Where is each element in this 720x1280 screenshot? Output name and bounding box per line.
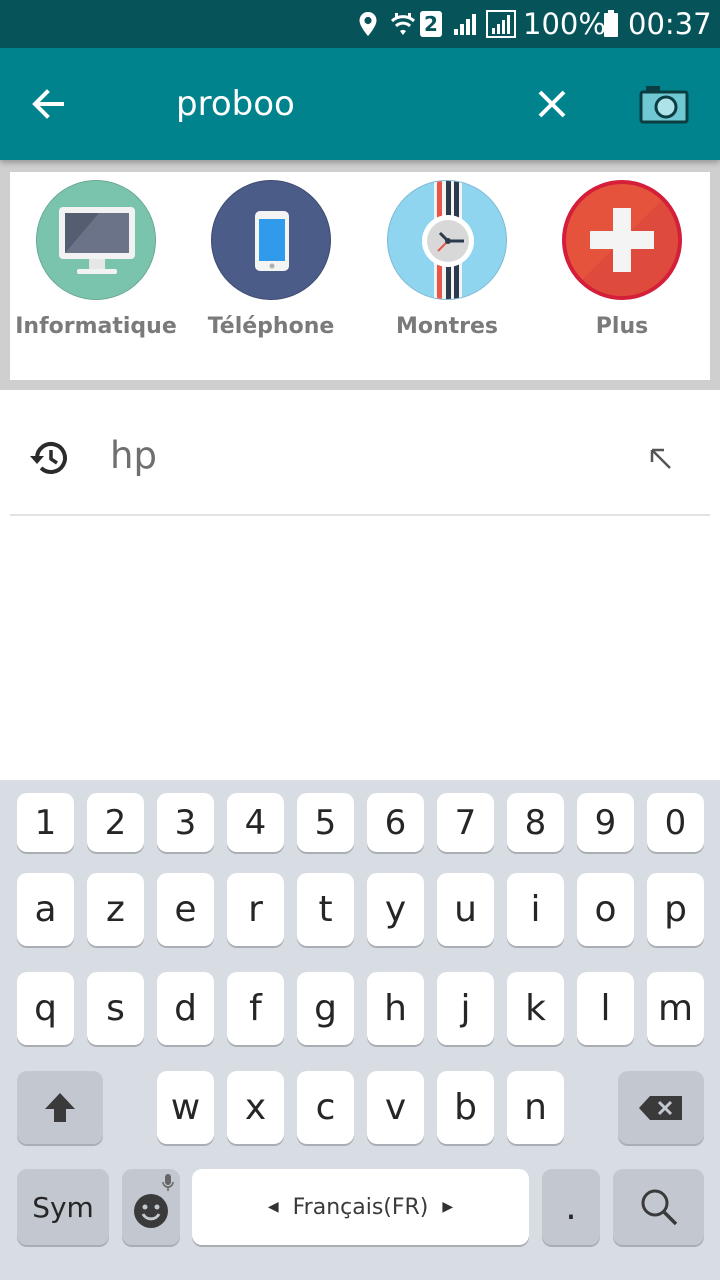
- category-informatique[interactable]: Informatique: [11, 180, 181, 360]
- sim-badge: 2: [420, 11, 442, 37]
- search-key[interactable]: [613, 1169, 704, 1245]
- key-1[interactable]: 1: [17, 793, 74, 852]
- key-a[interactable]: a: [17, 873, 74, 946]
- mic-icon: [162, 1174, 174, 1191]
- key-y[interactable]: y: [367, 873, 424, 946]
- key-p[interactable]: p: [647, 873, 704, 946]
- key-h[interactable]: h: [367, 972, 424, 1045]
- emoji-key[interactable]: [122, 1169, 180, 1245]
- back-arrow-icon: [32, 89, 64, 119]
- key-l[interactable]: l: [577, 972, 634, 1045]
- shift-icon: [45, 1092, 75, 1122]
- battery-percent: 100%: [523, 7, 606, 41]
- signal-icon: [486, 0, 516, 48]
- location-icon: [356, 0, 380, 48]
- key-c[interactable]: c: [297, 1071, 354, 1144]
- key-m[interactable]: m: [647, 972, 704, 1045]
- monitor-icon: [36, 180, 156, 300]
- camera-button[interactable]: [632, 74, 696, 134]
- key-g[interactable]: g: [297, 972, 354, 1045]
- category-label: Montres: [395, 314, 499, 339]
- key-e[interactable]: e: [157, 873, 214, 946]
- key-5[interactable]: 5: [297, 793, 354, 852]
- key-d[interactable]: d: [157, 972, 214, 1045]
- key-9[interactable]: 9: [577, 793, 634, 852]
- search-app-bar: proboo: [0, 48, 720, 160]
- category-label: Informatique: [15, 314, 177, 339]
- sim-2-icon: 2: [420, 0, 442, 48]
- key-u[interactable]: u: [437, 873, 494, 946]
- category-label: Téléphone: [207, 314, 335, 339]
- keyboard: 1 2 3 4 5 6 7 8 9 0 a z e r t y u i o p …: [0, 780, 720, 1280]
- watch-icon: [387, 180, 507, 300]
- shift-key[interactable]: [17, 1071, 103, 1144]
- key-v[interactable]: v: [367, 1071, 424, 1144]
- category-montres[interactable]: Montres: [362, 180, 532, 360]
- categories-panel: Informatique Téléphone Montres Plus: [10, 172, 710, 380]
- key-j[interactable]: j: [437, 972, 494, 1045]
- category-telephone[interactable]: Téléphone: [186, 180, 356, 360]
- backspace-icon: [639, 1095, 682, 1120]
- key-n[interactable]: n: [507, 1071, 564, 1144]
- camera-icon: [639, 86, 689, 124]
- key-4[interactable]: 4: [227, 793, 284, 852]
- key-x[interactable]: x: [227, 1071, 284, 1144]
- key-2[interactable]: 2: [87, 793, 144, 852]
- arrow-up-left-icon: [650, 448, 671, 469]
- period-key[interactable]: .: [542, 1169, 600, 1245]
- key-s[interactable]: s: [87, 972, 144, 1045]
- key-r[interactable]: r: [227, 873, 284, 946]
- smartphone-icon: [211, 180, 331, 300]
- key-w[interactable]: w: [157, 1071, 214, 1144]
- key-0[interactable]: 0: [647, 793, 704, 852]
- fill-query-button[interactable]: [640, 438, 680, 478]
- categories-section: Informatique Téléphone Montres Plus: [0, 160, 720, 390]
- search-query[interactable]: proboo: [176, 72, 295, 136]
- battery-icon: [603, 0, 619, 48]
- sym-key[interactable]: Sym: [17, 1169, 109, 1245]
- key-b[interactable]: b: [437, 1071, 494, 1144]
- suggestion-text: hp: [110, 434, 157, 477]
- back-button[interactable]: [18, 74, 78, 134]
- clock: 00:37: [628, 7, 712, 41]
- key-q[interactable]: q: [17, 972, 74, 1045]
- key-o[interactable]: o: [577, 873, 634, 946]
- suggestion-item[interactable]: hp: [10, 400, 710, 516]
- wifi-icon: [390, 0, 416, 48]
- left-arrow-icon: ◀: [267, 1199, 279, 1215]
- key-7[interactable]: 7: [437, 793, 494, 852]
- close-icon: [538, 90, 566, 118]
- search-icon: [641, 1189, 677, 1226]
- status-bar: 2 100% 00:37: [0, 0, 720, 48]
- key-k[interactable]: k: [507, 972, 564, 1045]
- key-z[interactable]: z: [87, 873, 144, 946]
- key-i[interactable]: i: [507, 873, 564, 946]
- signal-icon: [452, 0, 480, 48]
- key-f[interactable]: f: [227, 972, 284, 1045]
- category-label: Plus: [595, 314, 649, 339]
- plus-icon: [562, 180, 682, 300]
- clear-button[interactable]: [522, 74, 582, 134]
- key-t[interactable]: t: [297, 873, 354, 946]
- key-8[interactable]: 8: [507, 793, 564, 852]
- key-6[interactable]: 6: [367, 793, 424, 852]
- right-arrow-icon: ▶: [442, 1199, 454, 1215]
- backspace-key[interactable]: [618, 1071, 704, 1144]
- space-key[interactable]: ◀ Français(FR) ▶: [192, 1169, 529, 1245]
- key-3[interactable]: 3: [157, 793, 214, 852]
- language-label: Français(FR): [292, 1194, 429, 1220]
- history-icon: [30, 442, 67, 474]
- category-plus[interactable]: Plus: [537, 180, 707, 360]
- emoji-icon: [134, 1194, 168, 1228]
